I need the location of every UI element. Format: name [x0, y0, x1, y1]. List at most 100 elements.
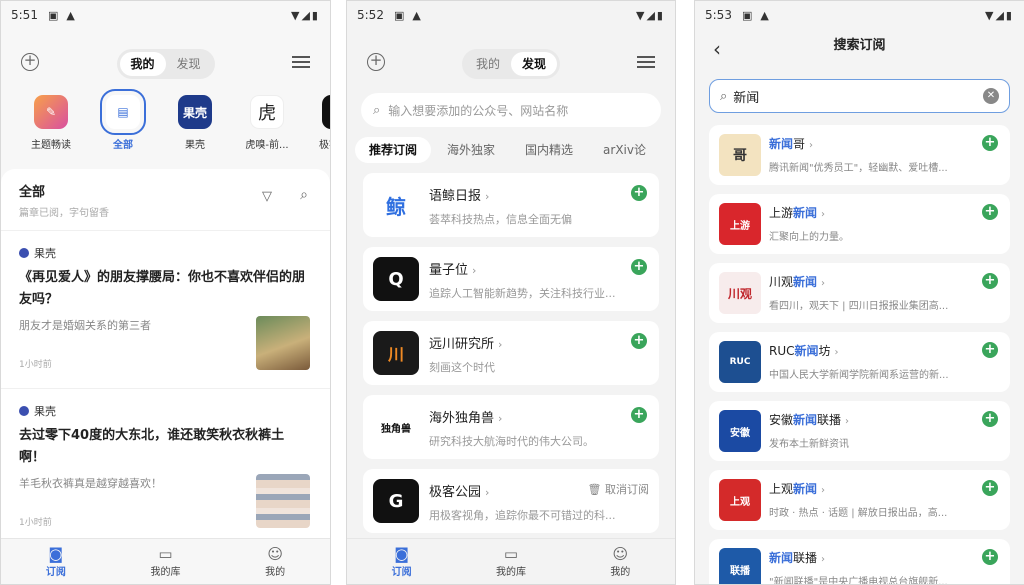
name-highlight: 新闻: [793, 275, 818, 289]
result-card[interactable]: 哥 新闻哥 › 腾讯新闻"优秀员工"，轻幽默、爱吐槽... +: [709, 125, 1010, 185]
name-pre: 川观: [769, 275, 794, 289]
tab-label: 我的库: [495, 567, 526, 578]
menu-icon[interactable]: [637, 56, 655, 68]
article-time: 1小时前: [19, 518, 52, 528]
tab-subscribe[interactable]: ◙ 订阅: [1, 539, 111, 584]
clear-icon[interactable]: ✕: [983, 88, 999, 104]
unicorn-logo: 独角兽: [373, 405, 419, 449]
feed-name-text: 海外独角兽: [429, 411, 495, 426]
phone-screen-subscriptions: 5:51 ▣ ▲ ▼◢▮ + 我的 发现 ✎ 主题畅读 ▤ 全部 果壳 果壳 虎…: [0, 0, 331, 585]
article-item[interactable]: 果壳 《再见爱人》的朋友撑腰局：你也不喜欢伴侣的朋友吗？ 朋友才是婚姻关系的第三…: [1, 231, 330, 389]
filter-icon[interactable]: ▽: [262, 189, 272, 204]
chevron-right-icon: ›: [498, 338, 503, 351]
feed-card[interactable]: G 极客公园 › 用极客视角，追踪你最不可错过的科... 🗑 取消订阅: [363, 469, 659, 533]
result-card[interactable]: 川观 川观新闻 › 看四川，观天下 | 四川日报报业集团高... +: [709, 263, 1010, 323]
source-guokr[interactable]: 果壳 果壳: [163, 95, 227, 163]
result-card[interactable]: 上游 上游新闻 › 汇聚向上的力量。 +: [709, 194, 1010, 254]
add-subscription-button[interactable]: +: [982, 549, 998, 565]
source-huxiu[interactable]: 虎 虎嗅-前...: [235, 95, 299, 163]
tab-profile[interactable]: ☺ 我的: [220, 539, 330, 584]
add-subscription-button[interactable]: +: [631, 407, 647, 423]
back-icon[interactable]: ‹: [713, 37, 721, 61]
source-all[interactable]: ▤ 全部: [91, 89, 155, 163]
feed-card[interactable]: 川 远川研究所 › 刻画这个时代 +: [363, 321, 659, 385]
source-theme-reading[interactable]: ✎ 主题畅读: [19, 95, 83, 163]
add-subscription-button[interactable]: +: [982, 204, 998, 220]
article-source: 果壳: [19, 403, 312, 419]
bottom-tab-bar: ◙ 订阅 ▭ 我的库 ☺ 我的: [1, 538, 330, 584]
tab-library[interactable]: ▭ 我的库: [456, 539, 565, 584]
source-row: ✎ 主题畅读 ▤ 全部 果壳 果壳 虎 虎嗅-前... G 极客公园: [1, 83, 330, 163]
tab-arxiv[interactable]: arXiv论: [589, 137, 660, 163]
feed-desc: 用极客视角，追踪你最不可错过的科...: [429, 509, 616, 522]
add-icon[interactable]: +: [21, 53, 39, 71]
search-icon: ⌕: [720, 88, 728, 104]
section-subtitle: 篇章已阅，字句留香: [19, 208, 109, 219]
tab-overseas[interactable]: 海外独家: [433, 137, 509, 163]
feed-desc: 荟萃科技热点，信息全面无偏: [429, 213, 572, 226]
chevron-right-icon: ›: [485, 486, 490, 499]
result-card[interactable]: RUC RUC新闻坊 › 中国人民大学新闻学院新闻系运营的新... +: [709, 332, 1010, 392]
add-subscription-button[interactable]: +: [982, 480, 998, 496]
search-input[interactable]: ⌕ 输入想要添加的公众号、网站名称: [361, 93, 661, 127]
result-card[interactable]: 联播 新闻联播 › "新闻联播"是中央广播电视总台旗舰新... +: [709, 539, 1010, 584]
unsubscribe-button[interactable]: 🗑 取消订阅: [588, 481, 649, 497]
add-subscription-button[interactable]: +: [982, 342, 998, 358]
tab-domestic[interactable]: 国内精选: [511, 137, 587, 163]
search-input[interactable]: ⌕ 新闻 ✕: [709, 79, 1010, 113]
article-item[interactable]: 果壳 去过零下40度的大东北，谁还敢笑秋衣秋裤土啊！ 羊毛秋衣裤真是越穿越喜欢！…: [1, 389, 330, 547]
feed-name-text: 语鲸日报: [429, 189, 482, 204]
chevron-right-icon: ›: [472, 264, 477, 277]
feed-desc: 追踪人工智能新趋势，关注科技行业...: [429, 287, 616, 300]
title-bar: ‹ 搜索订阅: [695, 29, 1024, 73]
add-subscription-button[interactable]: +: [631, 333, 647, 349]
tab-label: 订阅: [45, 567, 66, 578]
segment-discover[interactable]: 发现: [511, 52, 557, 76]
tab-recommended[interactable]: 推荐订阅: [355, 137, 432, 163]
source-label: 主题畅读: [31, 140, 71, 151]
search-icon[interactable]: ⌕: [300, 187, 308, 203]
tab-library[interactable]: ▭ 我的库: [111, 539, 221, 584]
segment-mine[interactable]: 我的: [465, 52, 511, 76]
geekpark-logo: G: [322, 95, 330, 129]
shangyou-logo: 上游: [719, 203, 761, 245]
result-desc: 中国人民大学新闻学院新闻系运营的新...: [769, 370, 949, 381]
name-post: 联播: [793, 551, 818, 565]
signal-battery-icon: ▼◢▮: [291, 8, 320, 22]
source-geekpark[interactable]: G 极客公园: [307, 95, 330, 163]
tab-label: 我的: [265, 567, 286, 578]
segment-mine[interactable]: 我的: [119, 52, 166, 76]
add-subscription-button[interactable]: +: [631, 185, 647, 201]
add-subscription-button[interactable]: +: [982, 135, 998, 151]
add-subscription-button[interactable]: +: [631, 259, 647, 275]
source-label: 果壳: [185, 140, 205, 151]
feed-card[interactable]: 独角兽 海外独角兽 › 研究科技大航海时代的伟大公司。 +: [363, 395, 659, 459]
segment-discover[interactable]: 发现: [166, 52, 212, 76]
result-name: 新闻哥 ›: [769, 135, 813, 152]
result-name: RUC新闻坊 ›: [769, 342, 839, 359]
chevron-right-icon: ›: [845, 416, 850, 427]
result-card[interactable]: 安徽 安徽新闻联播 › 发布本土新鲜资讯 +: [709, 401, 1010, 461]
feed-name: 远川研究所 ›: [429, 333, 502, 352]
feed-desc: 刻画这个时代: [429, 361, 495, 374]
feed-card[interactable]: Q 量子位 › 追踪人工智能新趋势，关注科技行业... +: [363, 247, 659, 311]
menu-icon[interactable]: [292, 56, 310, 68]
add-icon[interactable]: +: [367, 53, 385, 71]
name-pre: 安徽: [769, 413, 794, 427]
library-icon: ▭: [503, 545, 519, 563]
signal-battery-icon: ▼◢▮: [985, 8, 1014, 22]
page-title: 搜索订阅: [833, 38, 886, 53]
phone-screen-search: 5:53 ▣ ▲ ▼◢▮ ‹ 搜索订阅 ⌕ 新闻 ✕ 哥 新闻哥 › 腾讯新闻"优…: [694, 0, 1024, 585]
add-subscription-button[interactable]: +: [982, 411, 998, 427]
search-placeholder: 输入想要添加的公众号、网站名称: [388, 103, 569, 118]
tab-label: 订阅: [391, 567, 412, 578]
result-card[interactable]: 上观 上观新闻 › 时政 · 热点 · 话题 | 解放日报出品，高... +: [709, 470, 1010, 530]
trash-icon: 🗑: [587, 483, 605, 496]
warning-icon: ▲: [66, 8, 75, 22]
add-subscription-button[interactable]: +: [982, 273, 998, 289]
tab-subscribe[interactable]: ◙ 订阅: [347, 539, 456, 584]
search-icon: ⌕: [373, 102, 381, 118]
tab-profile[interactable]: ☺ 我的: [566, 539, 675, 584]
feed-card[interactable]: 鲸 语鲸日报 › 荟萃科技热点，信息全面无偏 +: [363, 173, 659, 237]
chevron-right-icon: ›: [821, 209, 826, 220]
